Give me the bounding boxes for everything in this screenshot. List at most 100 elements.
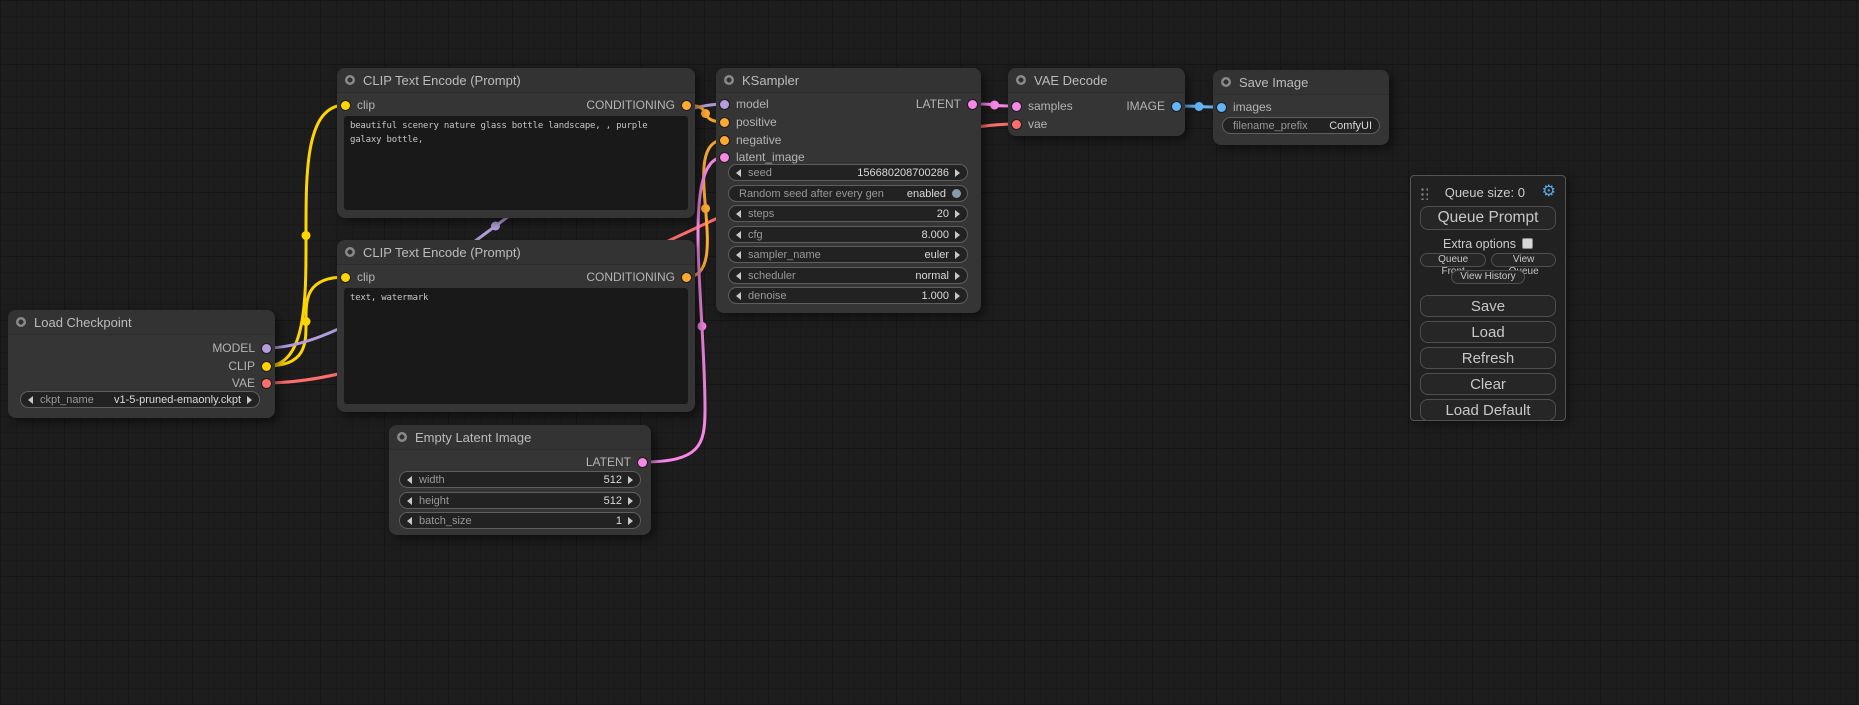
vae-input-dot[interactable] bbox=[1012, 120, 1021, 129]
positive-prompt-textarea[interactable]: beautiful scenery nature glass bottle la… bbox=[344, 116, 688, 210]
widget-value: 156680208700286 bbox=[857, 167, 949, 179]
widget-value: 512 bbox=[604, 474, 622, 486]
drag-handle-icon[interactable] bbox=[1420, 187, 1428, 200]
collapse-toggle-icon[interactable] bbox=[345, 247, 355, 257]
samples-input-dot[interactable] bbox=[1012, 102, 1021, 111]
empty-latent-image-node[interactable]: Empty Latent Image LATENT width 512 heig… bbox=[389, 425, 651, 535]
collapse-toggle-icon[interactable] bbox=[724, 75, 734, 85]
denoise-widget[interactable]: denoise 1.000 bbox=[728, 287, 968, 304]
widget-decrement-icon[interactable] bbox=[736, 231, 741, 239]
widget-decrement-icon[interactable] bbox=[736, 169, 741, 177]
clip-text-encode-negative-node[interactable]: CLIP Text Encode (Prompt) clip CONDITION… bbox=[337, 240, 695, 412]
model-output-dot[interactable] bbox=[262, 344, 271, 353]
images-input-dot[interactable] bbox=[1217, 103, 1226, 112]
node-title-bar[interactable]: CLIP Text Encode (Prompt) bbox=[337, 68, 695, 93]
vae-decode-node[interactable]: VAE Decode samples IMAGE vae bbox=[1008, 68, 1185, 136]
seed-widget[interactable]: seed 156680208700286 bbox=[728, 164, 968, 181]
node-graph-canvas[interactable]: Load Checkpoint MODEL CLIP VAE ckpt_name… bbox=[0, 0, 1859, 705]
ksampler-node[interactable]: KSampler model LATENT positive negative … bbox=[716, 68, 981, 313]
widget-increment-icon[interactable] bbox=[955, 272, 960, 280]
node-title-bar[interactable]: Save Image bbox=[1213, 70, 1389, 95]
widget-label: seed bbox=[748, 167, 772, 179]
widget-decrement-icon[interactable] bbox=[407, 476, 412, 484]
collapse-toggle-icon[interactable] bbox=[16, 317, 26, 327]
ckpt-name-widget[interactable]: ckpt_name v1-5-pruned-emaonly.ckpt bbox=[20, 391, 260, 408]
extra-options-checkbox[interactable] bbox=[1522, 238, 1533, 249]
node-title-bar[interactable]: KSampler bbox=[716, 68, 981, 93]
widget-decrement-icon[interactable] bbox=[736, 251, 741, 259]
slot-label: positive bbox=[736, 115, 777, 129]
random-seed-toggle-widget[interactable]: Random seed after every gen enabled bbox=[728, 185, 968, 202]
batch-size-widget[interactable]: batch_size 1 bbox=[399, 512, 641, 529]
widget-increment-icon[interactable] bbox=[955, 169, 960, 177]
node-title: KSampler bbox=[742, 73, 799, 88]
view-queue-button[interactable]: View Queue bbox=[1491, 253, 1556, 267]
collapse-toggle-icon[interactable] bbox=[345, 75, 355, 85]
conditioning-output-dot[interactable] bbox=[682, 273, 691, 282]
scheduler-widget[interactable]: scheduler normal bbox=[728, 267, 968, 284]
clear-button[interactable]: Clear bbox=[1420, 373, 1556, 395]
negative-input-dot[interactable] bbox=[720, 136, 729, 145]
node-title-bar[interactable]: VAE Decode bbox=[1008, 68, 1185, 93]
widget-decrement-icon[interactable] bbox=[736, 210, 741, 218]
save-image-node[interactable]: Save Image images filename_prefix ComfyU… bbox=[1213, 70, 1389, 145]
latent-output-dot[interactable] bbox=[968, 100, 977, 109]
widget-increment-icon[interactable] bbox=[955, 210, 960, 218]
widget-increment-icon[interactable] bbox=[955, 251, 960, 259]
filename-prefix-widget[interactable]: filename_prefix ComfyUI bbox=[1222, 117, 1380, 134]
refresh-button[interactable]: Refresh bbox=[1420, 347, 1556, 369]
conditioning-output-dot[interactable] bbox=[682, 101, 691, 110]
load-checkpoint-node[interactable]: Load Checkpoint MODEL CLIP VAE ckpt_name… bbox=[8, 310, 275, 418]
steps-widget[interactable]: steps 20 bbox=[728, 205, 968, 222]
clip-text-encode-positive-node[interactable]: CLIP Text Encode (Prompt) clip CONDITION… bbox=[337, 68, 695, 218]
input-slot-images: images bbox=[1217, 99, 1272, 116]
widget-decrement-icon[interactable] bbox=[736, 272, 741, 280]
queue-prompt-button[interactable]: Queue Prompt bbox=[1420, 206, 1556, 230]
latent-image-input-dot[interactable] bbox=[720, 153, 729, 162]
widget-increment-icon[interactable] bbox=[628, 497, 633, 505]
latent-output-dot[interactable] bbox=[638, 458, 647, 467]
clip-input-dot[interactable] bbox=[341, 101, 350, 110]
queue-front-button[interactable]: Queue Front bbox=[1420, 253, 1486, 267]
slot-label: MODEL bbox=[212, 341, 255, 355]
save-button[interactable]: Save bbox=[1420, 295, 1556, 317]
cfg-widget[interactable]: cfg 8.000 bbox=[728, 226, 968, 243]
toggle-on-indicator-icon[interactable] bbox=[952, 189, 961, 198]
widget-decrement-icon[interactable] bbox=[407, 517, 412, 525]
output-slot-latent: LATENT bbox=[586, 454, 647, 471]
node-title-bar[interactable]: CLIP Text Encode (Prompt) bbox=[337, 240, 695, 265]
widget-decrement-icon[interactable] bbox=[407, 497, 412, 505]
negative-prompt-textarea[interactable]: text, watermark bbox=[344, 288, 688, 404]
load-button[interactable]: Load bbox=[1420, 321, 1556, 343]
settings-gear-icon[interactable]: ⚙ bbox=[1542, 184, 1556, 200]
clip-input-dot[interactable] bbox=[341, 273, 350, 282]
positive-input-dot[interactable] bbox=[720, 118, 729, 127]
clip-output-dot[interactable] bbox=[262, 362, 271, 371]
sampler-name-widget[interactable]: sampler_name euler bbox=[728, 246, 968, 263]
node-title-bar[interactable]: Load Checkpoint bbox=[8, 310, 275, 335]
widget-increment-icon[interactable] bbox=[628, 517, 633, 525]
image-output-dot[interactable] bbox=[1172, 102, 1181, 111]
load-default-button[interactable]: Load Default bbox=[1420, 399, 1556, 421]
widget-increment-icon[interactable] bbox=[247, 396, 252, 404]
width-widget[interactable]: width 512 bbox=[399, 471, 641, 488]
input-slot-latent-image: latent_image bbox=[720, 149, 805, 166]
link-midpoint-dot bbox=[701, 204, 710, 213]
widget-increment-icon[interactable] bbox=[955, 231, 960, 239]
collapse-toggle-icon[interactable] bbox=[1221, 77, 1231, 87]
node-title: CLIP Text Encode (Prompt) bbox=[363, 73, 521, 88]
widget-label: sampler_name bbox=[748, 249, 821, 261]
widget-increment-icon[interactable] bbox=[628, 476, 633, 484]
widget-decrement-icon[interactable] bbox=[736, 292, 741, 300]
collapse-toggle-icon[interactable] bbox=[397, 432, 407, 442]
output-slot-vae: VAE bbox=[232, 375, 271, 392]
model-input-dot[interactable] bbox=[720, 100, 729, 109]
widget-decrement-icon[interactable] bbox=[28, 396, 33, 404]
vae-output-dot[interactable] bbox=[262, 379, 271, 388]
height-widget[interactable]: height 512 bbox=[399, 492, 641, 509]
collapse-toggle-icon[interactable] bbox=[1016, 75, 1026, 85]
widget-increment-icon[interactable] bbox=[955, 292, 960, 300]
widget-label: steps bbox=[748, 208, 774, 220]
node-title-bar[interactable]: Empty Latent Image bbox=[389, 425, 651, 450]
view-history-button[interactable]: View History bbox=[1451, 270, 1524, 284]
